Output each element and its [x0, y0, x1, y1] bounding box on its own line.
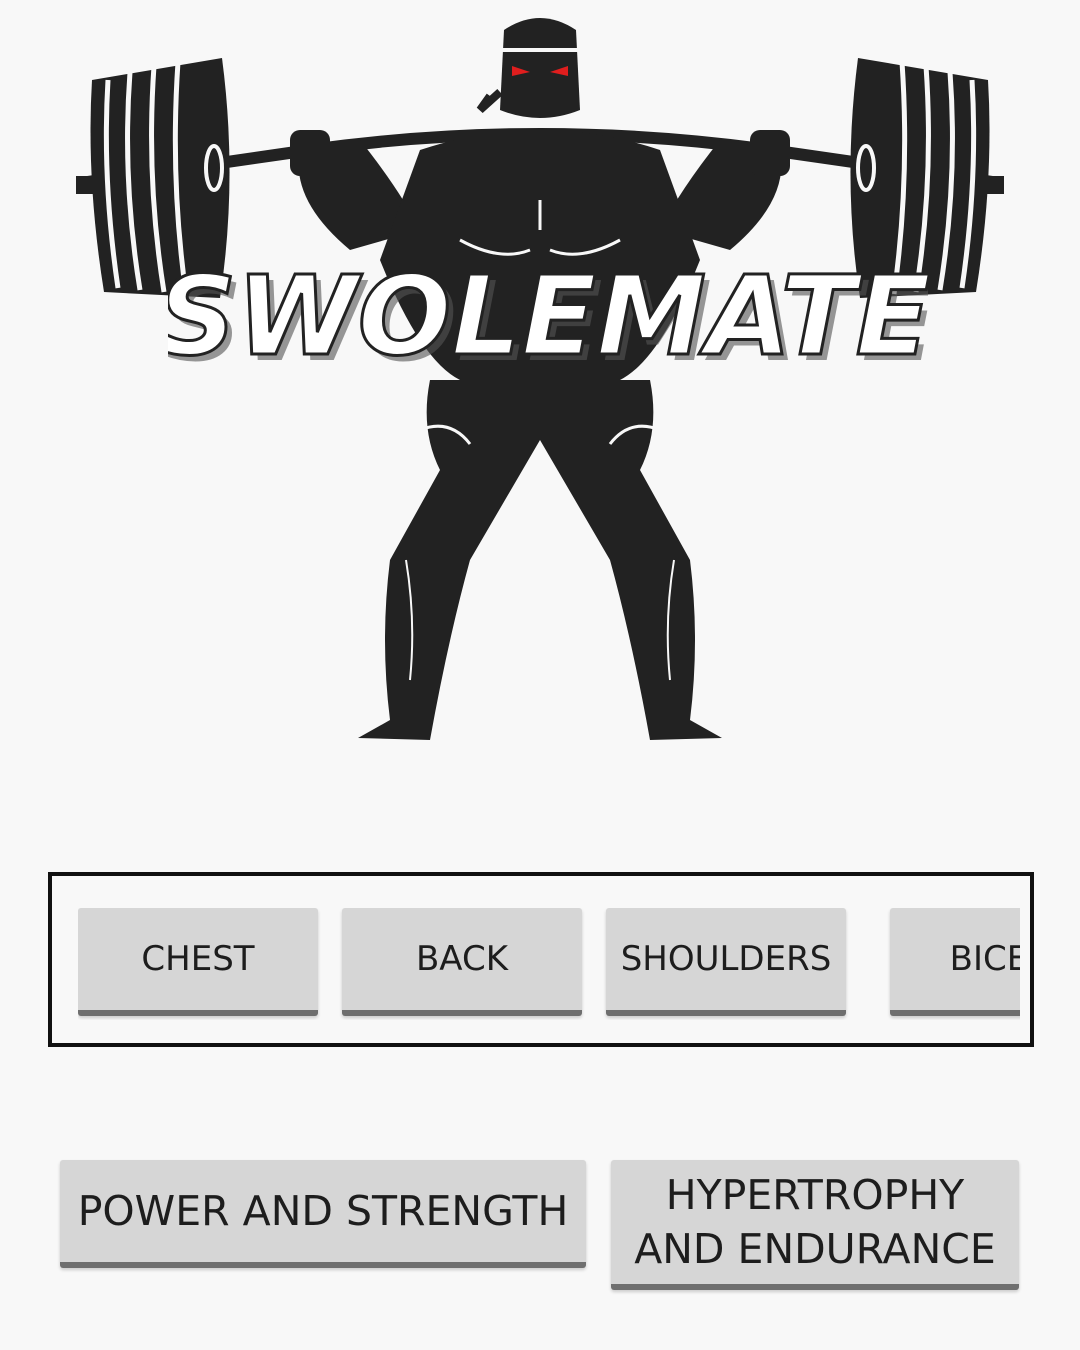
muscle-button-label: SHOULDERS — [620, 939, 832, 979]
app-screen: SWOLEMATE SWOLEMATE CHEST BACK SHOULDERS… — [0, 0, 1080, 1350]
program-button-label-line2: AND ENDURANCE — [634, 1225, 996, 1273]
lifter-legs — [358, 380, 722, 740]
power-and-strength-button[interactable]: POWER AND STRENGTH — [60, 1160, 586, 1268]
muscle-group-track: CHEST BACK SHOULDERS BICEPS — [78, 908, 1020, 1020]
muscle-button-biceps[interactable]: BICEPS — [890, 908, 1020, 1016]
logo-text: SWOLEMATE — [168, 252, 928, 380]
muscle-button-label: BICEPS — [949, 939, 1020, 979]
swolemate-logo: SWOLEMATE SWOLEMATE — [168, 252, 928, 382]
program-button-label: POWER AND STRENGTH — [77, 1187, 569, 1235]
muscle-group-scroller[interactable]: CHEST BACK SHOULDERS BICEPS — [48, 872, 1034, 1047]
muscle-button-chest[interactable]: CHEST — [78, 908, 318, 1016]
muscle-button-back[interactable]: BACK — [342, 908, 582, 1016]
program-button-label-line1: HYPERTROPHY — [665, 1171, 965, 1219]
hypertrophy-and-endurance-button[interactable]: HYPERTROPHY AND ENDURANCE — [611, 1160, 1019, 1290]
muscle-button-label: CHEST — [141, 939, 255, 979]
muscle-button-shoulders[interactable]: SHOULDERS — [606, 908, 846, 1016]
muscle-button-label: BACK — [415, 939, 509, 979]
